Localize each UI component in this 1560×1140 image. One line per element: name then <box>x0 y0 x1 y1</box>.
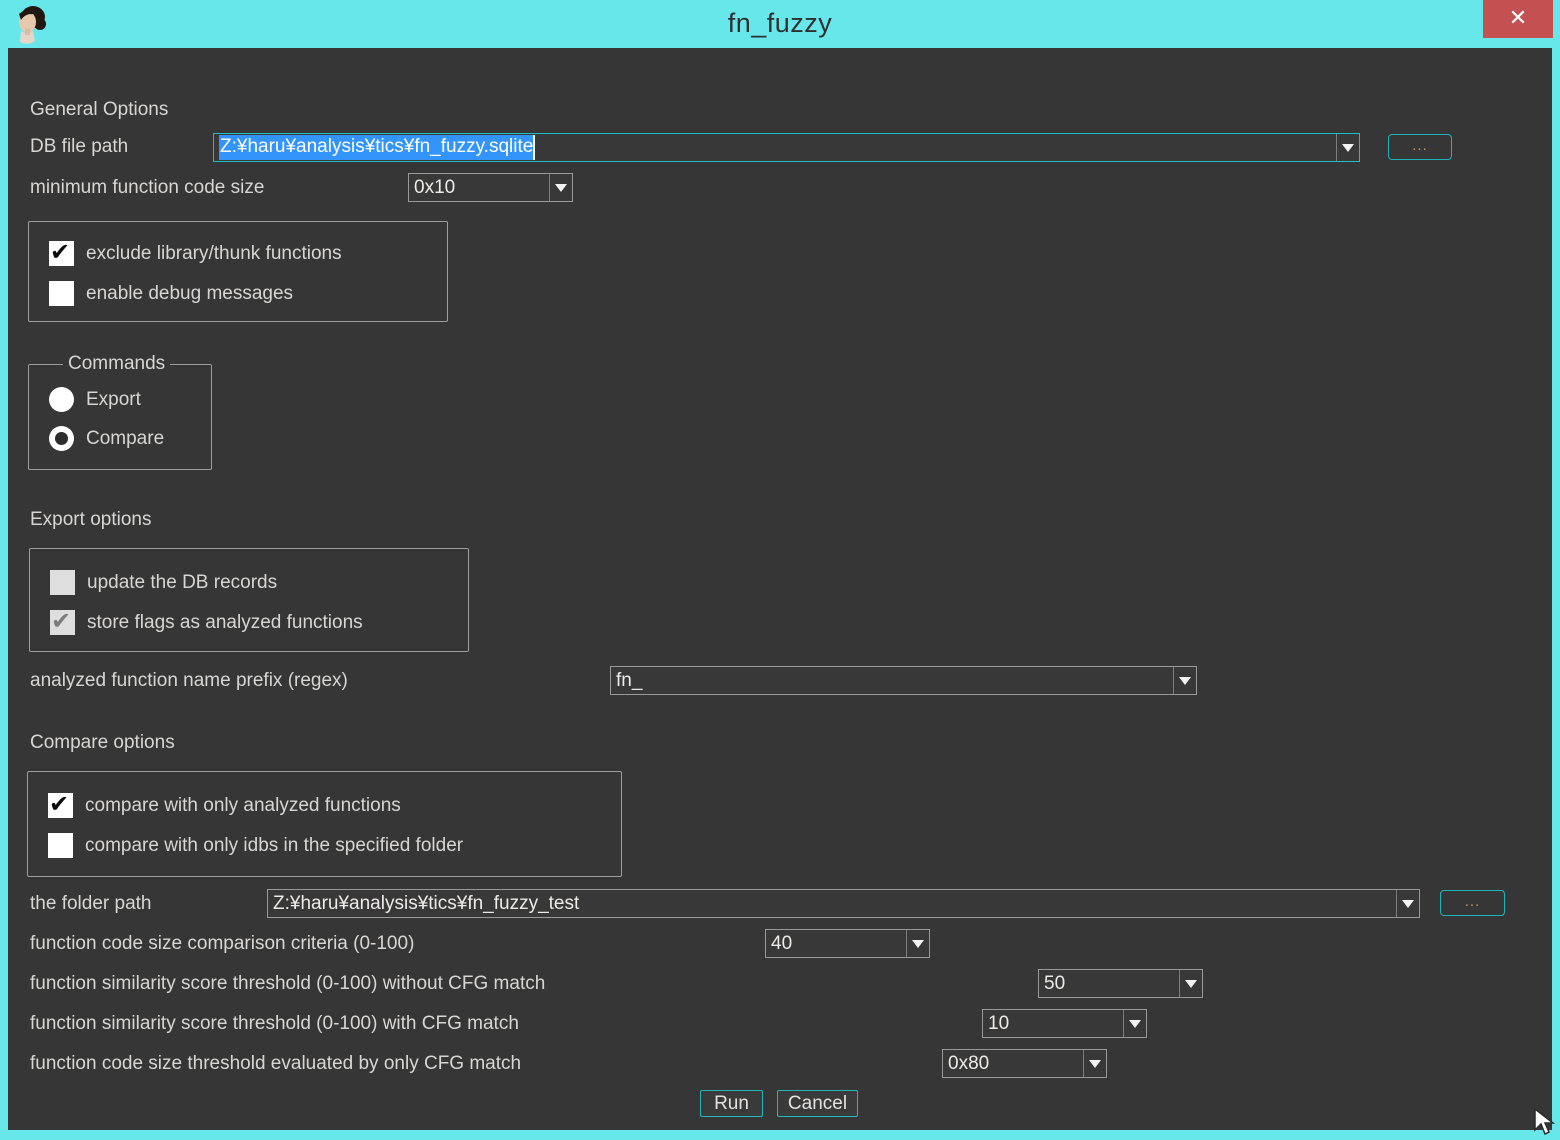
prefix-value[interactable]: fn_ <box>611 667 1173 694</box>
folder-path-value[interactable]: Z:¥haru¥analysis¥tics¥fn_fuzzy_test <box>268 890 1396 917</box>
sim-with-cfg-combobox[interactable]: 10 <box>982 1009 1147 1038</box>
compare-options-group: compare with only analyzed functions com… <box>27 771 622 877</box>
chevron-down-icon <box>1342 144 1354 152</box>
db-file-path-value-area[interactable]: Z:¥haru¥analysis¥tics¥fn_fuzzy.sqlite <box>214 134 1336 161</box>
general-checkbox-group: exclude library/thunk functions enable d… <box>28 221 448 322</box>
store-flags-checkbox[interactable] <box>50 610 75 635</box>
db-file-path-combobox[interactable]: Z:¥haru¥analysis¥tics¥fn_fuzzy.sqlite <box>213 133 1360 162</box>
run-button[interactable]: Run <box>700 1090 763 1117</box>
folder-path-dropdown-button[interactable] <box>1396 890 1419 917</box>
commands-group: Commands Export Compare <box>28 364 212 470</box>
export-radio-label[interactable]: Export <box>86 387 141 412</box>
enable-debug-label[interactable]: enable debug messages <box>86 281 293 306</box>
criteria-label: function code size comparison criteria (… <box>30 933 414 955</box>
min-code-size-dropdown-button[interactable] <box>549 174 572 201</box>
cancel-button[interactable]: Cancel <box>777 1090 858 1117</box>
folder-path-combobox[interactable]: Z:¥haru¥analysis¥tics¥fn_fuzzy_test <box>267 889 1420 918</box>
db-file-path-browse-button[interactable]: ... <box>1388 134 1452 160</box>
sim-with-cfg-value[interactable]: 10 <box>983 1010 1123 1037</box>
prefix-dropdown-button[interactable] <box>1173 667 1196 694</box>
dialog-body: General Options DB file path Z:¥haru¥ana… <box>8 48 1552 1130</box>
db-file-path-label: DB file path <box>30 136 128 158</box>
chevron-down-icon <box>1179 677 1191 685</box>
commands-legend: Commands <box>63 353 170 375</box>
exclude-library-checkbox[interactable] <box>49 241 74 266</box>
export-options-group: update the DB records store flags as ana… <box>29 548 469 652</box>
compare-radio-label[interactable]: Compare <box>86 426 164 451</box>
update-db-records-label[interactable]: update the DB records <box>87 570 277 595</box>
fn-fuzzy-dialog: { "window": { "title": "fn_fuzzy", "clos… <box>0 0 1560 1140</box>
criteria-dropdown-button[interactable] <box>906 930 929 957</box>
close-button[interactable]: ✕ <box>1483 0 1553 38</box>
sim-without-cfg-dropdown-button[interactable] <box>1179 970 1202 997</box>
prefix-label: analyzed function name prefix (regex) <box>30 670 348 692</box>
sim-without-cfg-combobox[interactable]: 50 <box>1038 969 1203 998</box>
general-options-heading: General Options <box>30 99 168 121</box>
chevron-down-icon <box>555 184 567 192</box>
mouse-cursor-icon <box>1534 1108 1560 1138</box>
db-file-path-selected-text: Z:¥haru¥analysis¥tics¥fn_fuzzy.sqlite <box>219 135 535 160</box>
compare-analyzed-label[interactable]: compare with only analyzed functions <box>85 793 401 818</box>
compare-idbs-checkbox[interactable] <box>48 833 73 858</box>
chevron-down-icon <box>1402 900 1414 908</box>
min-code-size-value[interactable]: 0x10 <box>409 174 549 201</box>
prefix-combobox[interactable]: fn_ <box>610 666 1197 695</box>
sim-without-cfg-value[interactable]: 50 <box>1039 970 1179 997</box>
store-flags-label[interactable]: store flags as analyzed functions <box>87 610 363 635</box>
sim-with-cfg-dropdown-button[interactable] <box>1123 1010 1146 1037</box>
compare-radio[interactable] <box>49 426 74 451</box>
size-threshold-cfg-value[interactable]: 0x80 <box>943 1050 1083 1077</box>
chevron-down-icon <box>1129 1020 1141 1028</box>
chevron-down-icon <box>1185 980 1197 988</box>
size-threshold-cfg-combobox[interactable]: 0x80 <box>942 1049 1107 1078</box>
min-code-size-combobox[interactable]: 0x10 <box>408 173 573 202</box>
sim-without-cfg-label: function similarity score threshold (0-1… <box>30 973 545 995</box>
export-options-heading: Export options <box>30 509 151 531</box>
export-radio[interactable] <box>49 387 74 412</box>
min-code-size-label: minimum function code size <box>30 177 264 199</box>
window-title: fn_fuzzy <box>0 8 1560 39</box>
titlebar: fn_fuzzy ✕ <box>0 0 1560 48</box>
size-threshold-cfg-dropdown-button[interactable] <box>1083 1050 1106 1077</box>
compare-idbs-label[interactable]: compare with only idbs in the specified … <box>85 833 463 858</box>
enable-debug-checkbox[interactable] <box>49 281 74 306</box>
exclude-library-label[interactable]: exclude library/thunk functions <box>86 241 342 266</box>
compare-options-heading: Compare options <box>30 732 175 754</box>
folder-path-browse-button[interactable]: ... <box>1440 890 1505 916</box>
chevron-down-icon <box>1089 1060 1101 1068</box>
criteria-value[interactable]: 40 <box>766 930 906 957</box>
size-threshold-cfg-label: function code size threshold evaluated b… <box>30 1053 521 1075</box>
criteria-combobox[interactable]: 40 <box>765 929 930 958</box>
update-db-records-checkbox[interactable] <box>50 570 75 595</box>
folder-path-label: the folder path <box>30 893 151 915</box>
compare-analyzed-checkbox[interactable] <box>48 793 73 818</box>
db-file-path-dropdown-button[interactable] <box>1336 134 1359 161</box>
sim-with-cfg-label: function similarity score threshold (0-1… <box>30 1013 519 1035</box>
chevron-down-icon <box>912 940 924 948</box>
